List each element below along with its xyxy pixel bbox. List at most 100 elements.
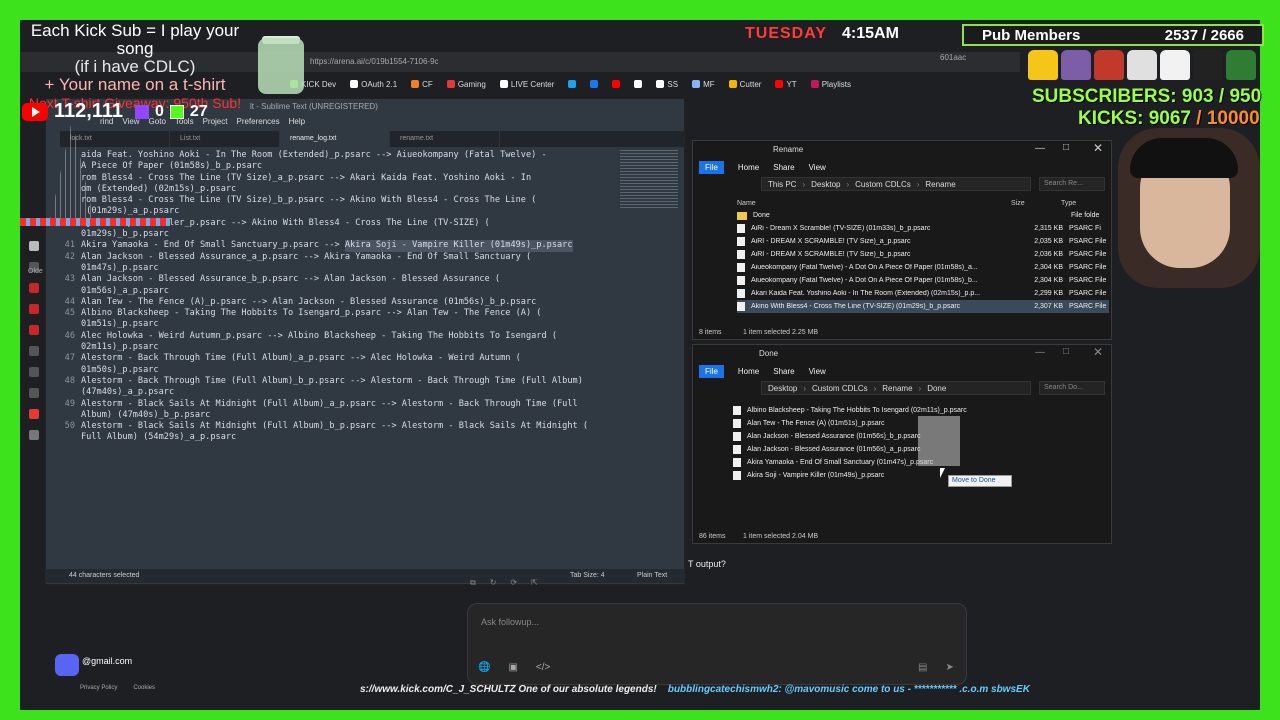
maximize-icon[interactable]: □ — [1063, 346, 1069, 357]
close-icon[interactable] — [29, 241, 39, 251]
folder-row-done[interactable]: Done File folde — [737, 209, 1109, 222]
explorer-search-input[interactable]: Search Re... — [1039, 177, 1105, 191]
syntax-status[interactable]: Plain Text — [637, 572, 667, 579]
editor-tab[interactable]: rename_log.txt — [280, 131, 390, 147]
tab-size-status[interactable]: Tab Size: 4 — [570, 572, 605, 579]
menu-item[interactable]: Preferences — [236, 117, 279, 126]
minimize-icon[interactable]: — — [1035, 347, 1045, 358]
breadcrumb-done[interactable]: Done — [927, 384, 946, 393]
sidebar-icon[interactable] — [29, 430, 39, 440]
explorer-address-bar[interactable]: Desktop › Custom CDLCs › Rename › Done — [761, 381, 1031, 395]
file-row[interactable]: Aiueokompany (Fatal Twelve) - A Dot On A… — [737, 261, 1109, 274]
code-line[interactable]: om (Extended) (02m15s)_p.psarc — [55, 184, 620, 195]
code-line[interactable]: 01m50s)_p.psarc — [55, 365, 620, 376]
code-line[interactable]: 47 Alestorm - Back Through Time (Full Alb… — [55, 353, 620, 364]
sidebar-icon[interactable] — [29, 346, 39, 356]
file-row[interactable]: Akira Soji - Vampire Killer (01m49s)_p.p… — [733, 469, 1103, 482]
breadcrumb-rename[interactable]: Rename — [925, 180, 955, 189]
code-line[interactable]: 42 Alan Jackson - Blessed Assurance_a_p.p… — [55, 252, 620, 263]
browser-tab-tail[interactable]: 601aac — [940, 53, 966, 62]
followup-placeholder[interactable]: Ask followup... — [481, 617, 539, 627]
bookmark-item[interactable]: OAuth 2.1 — [350, 80, 397, 89]
image-icon[interactable]: ▣ — [508, 662, 517, 673]
ribbon-home-tab[interactable]: Home — [738, 163, 759, 172]
sidebar-icon[interactable] — [29, 367, 39, 377]
file-row[interactable]: Akino With Bless4 - Cross The Line (TV-S… — [737, 300, 1109, 313]
bookmark-item[interactable]: Playlists — [810, 80, 851, 89]
breadcrumb-custom-cdlcs[interactable]: Custom CDLCs — [812, 384, 868, 393]
code-line[interactable]: 41 Akira Yamaoka - End Of Small Sanctuary… — [55, 240, 620, 252]
privacy-link[interactable]: Privacy Policy — [80, 685, 117, 691]
bookmark-item[interactable]: MF — [692, 80, 715, 89]
column-type-header[interactable]: Type — [1061, 200, 1076, 207]
sidebar-icon[interactable] — [29, 388, 39, 398]
bookmark-item[interactable]: CF — [411, 80, 433, 89]
maximize-icon[interactable]: □ — [1063, 142, 1069, 153]
sidebar-close-icon[interactable] — [29, 325, 39, 335]
ribbon-home-tab[interactable]: Home — [738, 367, 759, 376]
editor-tab[interactable]: List.txt — [170, 131, 280, 147]
close-icon[interactable]: ✕ — [1093, 345, 1103, 359]
sublime-minimap[interactable] — [620, 150, 678, 210]
bookmark-item[interactable] — [568, 80, 577, 88]
column-size-header[interactable]: Size — [1011, 200, 1025, 207]
code-line[interactable]: Album) (47m40s)_b_p.psarc — [55, 410, 620, 421]
bookmark-item[interactable] — [590, 80, 599, 88]
code-line[interactable]: Full Album) (54m29s)_a_p.psarc — [55, 432, 620, 443]
code-line[interactable]: A Piece Of Paper (01m58s)_b_p.psarc — [55, 161, 620, 172]
file-row[interactable]: Akari Kaida Feat. Yoshino Aoki - In The … — [737, 287, 1109, 300]
bookmark-item[interactable] — [634, 80, 643, 88]
bookmark-item[interactable]: LIVE Center — [499, 80, 554, 89]
code-line[interactable]: aida Feat. Yoshino Aoki - In The Room (E… — [55, 150, 620, 161]
file-row[interactable]: Aiueokompany (Fatal Twelve) - A Dot On A… — [737, 274, 1109, 287]
explorer-address-bar[interactable]: This PC › Desktop › Custom CDLCs › Rename — [761, 177, 1031, 191]
sidebar-close-icon[interactable] — [29, 304, 39, 314]
refresh-icon[interactable]: ⟳ — [510, 578, 517, 588]
menu-item[interactable]: Help — [289, 117, 305, 126]
bookmark-item[interactable]: Gaming — [446, 80, 486, 89]
code-line[interactable]: (47m40s)_a_p.psarc — [55, 387, 620, 398]
code-line[interactable]: rom Bless4 - Cross The Line (TV Size)_a_… — [55, 173, 620, 184]
code-line[interactable]: 46 Alec Holowka - Weird Autumn_p.psarc --… — [55, 331, 620, 342]
code-line[interactable]: 45 Albino Blacksheep - Taking The Hobbits… — [55, 308, 620, 319]
editor-tab[interactable]: rename.txt — [390, 131, 500, 147]
code-line[interactable]: rom Bless4 - Cross The Line (TV Size)_b_… — [55, 195, 620, 206]
code-line[interactable]: 01m56s)_a_p.psarc — [55, 286, 620, 297]
file-row[interactable]: AiRi - Dream X Scramble! (TV-SIZE) (01m3… — [737, 222, 1109, 235]
globe-icon[interactable]: 🌐 — [478, 662, 490, 673]
sidebar-close-icon[interactable] — [29, 283, 39, 293]
bookmark-item[interactable]: Cutter — [728, 80, 761, 89]
file-row[interactable]: AiRI - DREAM X SCRAMBLE! (TV Size)_b_p.p… — [737, 248, 1109, 261]
code-line[interactable]: 49 Alestorm - Black Sails At Midnight (Fu… — [55, 399, 620, 410]
column-name-header[interactable]: Name — [737, 200, 756, 207]
share-icon[interactable]: ⇱ — [531, 578, 538, 588]
breadcrumb-this-pc[interactable]: This PC — [768, 180, 796, 189]
code-line[interactable]: 43 Alan Jackson - Blessed Assurance_b_p.p… — [55, 274, 620, 285]
sublime-editor[interactable]: aida Feat. Yoshino Aoki - In The Room (E… — [55, 150, 620, 560]
ribbon-share-tab[interactable]: Share — [773, 163, 794, 172]
copy-icon[interactable]: ⧉ — [470, 578, 476, 588]
bookmark-item[interactable]: SS — [656, 80, 678, 89]
close-icon[interactable]: ✕ — [1093, 141, 1103, 155]
code-icon[interactable]: </> — [536, 662, 550, 673]
code-line[interactable]: 02m11s)_p.psarc — [55, 342, 620, 353]
code-line[interactable]: 01m29s)_b_p.psarc — [55, 229, 620, 240]
explorer-search-input[interactable]: Search Do... — [1039, 381, 1105, 395]
file-row[interactable]: AiRI - DREAM X SCRAMBLE! (TV Size)_a_p.p… — [737, 235, 1109, 248]
attach-icon[interactable]: ▤ — [918, 662, 927, 673]
cookies-link[interactable]: Cookies — [133, 685, 155, 691]
code-line[interactable]: 01m47s)_p.psarc — [55, 263, 620, 274]
ribbon-share-tab[interactable]: Share — [773, 367, 794, 376]
minimize-icon[interactable]: — — [1035, 143, 1045, 154]
breadcrumb-custom-cdlcs[interactable]: Custom CDLCs — [855, 180, 911, 189]
breadcrumb-desktop[interactable]: Desktop — [811, 180, 840, 189]
sidebar-icon[interactable] — [29, 409, 39, 419]
code-line[interactable]: (01m29s)_a_p.psarc — [55, 206, 620, 217]
code-line[interactable]: 01m51s)_p.psarc — [55, 319, 620, 330]
ribbon-view-tab[interactable]: View — [809, 163, 826, 172]
code-line[interactable]: 48 Alestorm - Back Through Time (Full Alb… — [55, 376, 620, 387]
ribbon-view-tab[interactable]: View — [809, 367, 826, 376]
code-line[interactable]: 50 Alestorm - Black Sails At Midnight (Fu… — [55, 421, 620, 432]
breadcrumb-desktop[interactable]: Desktop — [768, 384, 797, 393]
ribbon-file-tab[interactable]: File — [699, 365, 724, 378]
